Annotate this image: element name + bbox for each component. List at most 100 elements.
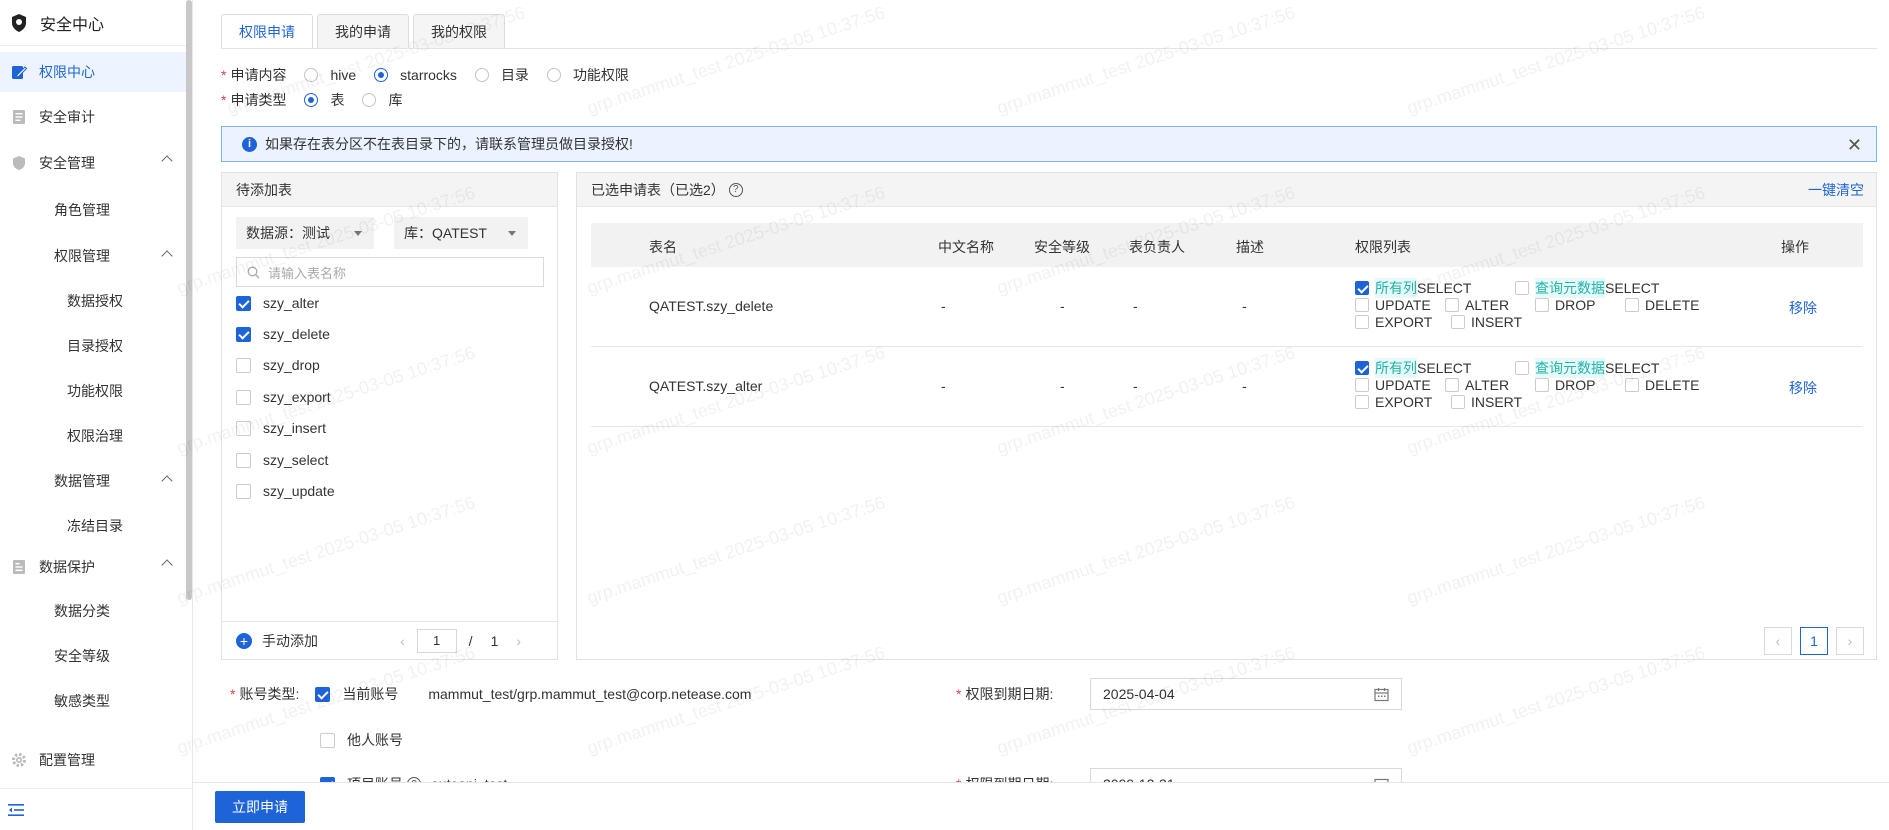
- next-page-icon[interactable]: ›: [516, 633, 521, 649]
- collapse-menu-icon[interactable]: [8, 803, 26, 817]
- table-search-input[interactable]: 请输入表名称: [236, 257, 544, 287]
- checkbox[interactable]: [236, 326, 251, 342]
- owner-cell: -: [1133, 378, 1138, 394]
- chevron-up-icon[interactable]: [161, 559, 173, 571]
- manual-add-button[interactable]: 手动添加: [262, 631, 318, 651]
- apply-content-label: 申请内容: [230, 67, 287, 83]
- radio-function-permission[interactable]: [546, 68, 561, 82]
- edit-icon: [10, 63, 28, 81]
- sidebar-item-config-management[interactable]: 配置管理: [0, 740, 187, 780]
- checkbox-insert[interactable]: [1451, 314, 1465, 329]
- data-protect-icon: [10, 558, 28, 576]
- sidebar-item-data-authorization[interactable]: 数据授权: [0, 281, 187, 321]
- caret-down-icon: [354, 231, 362, 236]
- remove-button[interactable]: 移除: [1789, 378, 1817, 398]
- checkbox-delete[interactable]: [1625, 297, 1639, 312]
- checkbox-update[interactable]: [1355, 297, 1369, 312]
- tab-permission-apply[interactable]: 权限申请: [221, 14, 313, 49]
- location-shield-icon: [12, 13, 26, 32]
- plus-icon[interactable]: +: [236, 632, 252, 649]
- checkbox-current-account[interactable]: [315, 686, 331, 702]
- radio-table[interactable]: [304, 93, 319, 107]
- radio-hive[interactable]: [304, 68, 319, 82]
- radio-directory[interactable]: [474, 68, 489, 82]
- checkbox-delete[interactable]: [1625, 377, 1639, 392]
- sidebar-footer: [0, 788, 192, 830]
- checkbox[interactable]: [236, 357, 251, 373]
- list-item[interactable]: szy_update: [236, 481, 335, 501]
- table-name-cell: QATEST.szy_alter: [649, 378, 763, 394]
- checkbox[interactable]: [236, 483, 251, 499]
- list-item[interactable]: szy_select: [236, 450, 328, 470]
- checkbox-export[interactable]: [1355, 314, 1369, 329]
- sidebar-item-security-level[interactable]: 安全等级: [0, 636, 187, 676]
- help-icon[interactable]: ?: [728, 182, 743, 197]
- checkbox[interactable]: [236, 389, 251, 405]
- list-item[interactable]: szy_delete: [236, 324, 330, 344]
- sidebar-item-directory-authorization[interactable]: 目录授权: [0, 326, 187, 366]
- sidebar-item-security-management[interactable]: 安全管理: [0, 143, 187, 183]
- list-item[interactable]: szy_export: [236, 387, 331, 407]
- expire-date-input[interactable]: 2025-04-04: [1090, 678, 1402, 710]
- sidebar-item-data-protection[interactable]: 数据保护: [0, 547, 187, 587]
- checkbox-drop[interactable]: [1535, 297, 1549, 312]
- page-button[interactable]: 1: [1800, 627, 1828, 655]
- submit-button[interactable]: 立即申请: [215, 791, 305, 823]
- sidebar-item-data-management[interactable]: 数据管理: [0, 461, 187, 501]
- list-item[interactable]: szy_alter: [236, 293, 319, 313]
- clear-all-button[interactable]: 一键清空: [1808, 180, 1864, 200]
- checkbox-alter[interactable]: [1445, 297, 1459, 312]
- prev-page-icon[interactable]: ‹: [400, 633, 405, 649]
- tab-my-applications[interactable]: 我的申请: [317, 14, 409, 49]
- sidebar-item-frozen-directory[interactable]: 冻结目录: [0, 506, 187, 546]
- next-page-button[interactable]: ›: [1836, 627, 1864, 655]
- sidebar-item-function-permission[interactable]: 功能权限: [0, 371, 187, 411]
- checkbox-meta-select[interactable]: [1515, 280, 1529, 295]
- expire-label-row: * 权限到期日期:: [956, 683, 1053, 705]
- checkbox-all-columns-select[interactable]: [1355, 280, 1369, 295]
- close-icon[interactable]: ✕: [1847, 135, 1862, 156]
- sidebar-item-data-classification[interactable]: 数据分类: [0, 591, 187, 631]
- sidebar-item-permission-governance[interactable]: 权限治理: [0, 416, 187, 456]
- sidebar-item-role-management[interactable]: 角色管理: [0, 190, 187, 230]
- checkbox[interactable]: [236, 295, 251, 311]
- remove-button[interactable]: 移除: [1789, 298, 1817, 318]
- sidebar-item-security-audit[interactable]: 安全审计: [0, 97, 187, 137]
- column-header: 表负责人: [1129, 239, 1185, 255]
- checkbox-all-columns-select[interactable]: [1355, 360, 1369, 375]
- checkbox-export[interactable]: [1355, 394, 1369, 409]
- tab-my-permissions[interactable]: 我的权限: [413, 14, 505, 49]
- sidebar-scrollbar[interactable]: [186, 0, 192, 600]
- sidebar-item-permission-management[interactable]: 权限管理: [0, 236, 187, 276]
- owner-cell: -: [1133, 298, 1138, 314]
- checkbox-insert[interactable]: [1451, 394, 1465, 409]
- chevron-up-icon[interactable]: [161, 475, 173, 487]
- page-input[interactable]: 1: [416, 628, 457, 653]
- chevron-up-icon[interactable]: [161, 250, 173, 262]
- chevron-up-icon[interactable]: [161, 155, 173, 167]
- prev-page-button[interactable]: ‹: [1764, 627, 1792, 655]
- other-account-row: 他人账号: [320, 729, 403, 751]
- sidebar-item-permission-center[interactable]: 权限中心: [0, 52, 187, 92]
- sidebar-item-sensitive-type[interactable]: 敏感类型: [0, 681, 187, 721]
- datasource-select[interactable]: 数据源：测试: [236, 217, 374, 249]
- list-item[interactable]: szy_drop: [236, 355, 320, 375]
- list-item[interactable]: szy_insert: [236, 418, 326, 438]
- current-account-label: 当前账号: [342, 686, 399, 702]
- checkbox-meta-select[interactable]: [1515, 360, 1529, 375]
- selected-tables-title: 已选申请表（已选2）: [591, 181, 725, 198]
- database-select[interactable]: 库：QATEST: [394, 217, 528, 249]
- checkbox-drop[interactable]: [1535, 377, 1549, 392]
- radio-database[interactable]: [362, 93, 377, 107]
- column-header: 中文名称: [938, 239, 994, 255]
- permission-list: 所有列 SELECT 查询元数据 SELECT UPDATE ALTER DROP …: [1355, 277, 1715, 330]
- checkbox-alter[interactable]: [1445, 377, 1459, 392]
- selected-pager: ‹ 1 ›: [1756, 627, 1864, 655]
- checkbox-other-account[interactable]: [320, 732, 335, 748]
- radio-starrocks[interactable]: [374, 68, 389, 82]
- cn-name-cell: -: [941, 298, 946, 314]
- checkbox-update[interactable]: [1355, 377, 1369, 392]
- app-header: 安全中心: [0, 0, 187, 46]
- checkbox[interactable]: [236, 420, 251, 436]
- checkbox[interactable]: [236, 452, 251, 468]
